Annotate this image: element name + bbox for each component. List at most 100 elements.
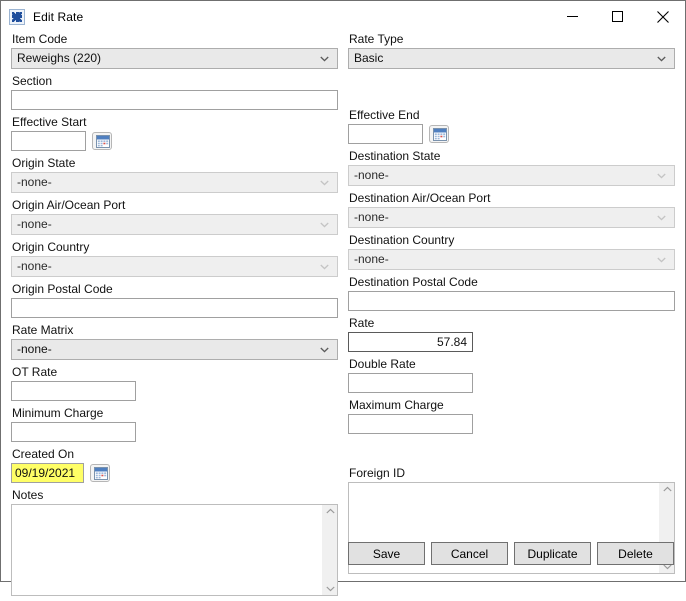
maximize-icon [612,11,623,22]
cancel-button[interactable]: Cancel [431,542,508,565]
calendar-icon [433,128,447,141]
foreign-id-label: Foreign ID [349,466,406,480]
effective-start-label: Effective Start [12,115,87,129]
destination-country-combobox[interactable]: -none- [348,249,675,270]
chevron-down-icon [320,347,329,353]
effective-start-input[interactable] [11,131,86,151]
destination-state-label: Destination State [349,149,441,163]
double-rate-label: Double Rate [349,357,416,371]
chevron-down-icon [657,173,666,179]
destination-postal-code-label: Destination Postal Code [349,275,478,289]
created-on-label: Created On [12,447,75,461]
right-column-spacer [348,74,685,82]
field-effective-start: Effective Start [11,115,348,151]
chevron-down-icon [320,264,329,270]
edit-rate-window: Edit Rate Item Code Reweighs (220) Secti… [0,0,686,596]
origin-postal-code-input[interactable] [11,298,338,318]
maximum-charge-input[interactable] [348,414,473,434]
field-maximum-charge: Maximum Charge [348,398,685,434]
item-code-value: Reweighs (220) [17,51,102,65]
field-origin-air-ocean-port: Origin Air/Ocean Port -none- [11,198,348,235]
button-bar: Save Cancel Duplicate Delete [348,542,674,565]
minimize-icon [567,16,578,17]
effective-start-calendar-button[interactable] [92,132,112,150]
section-label: Section [12,74,53,88]
field-notes: Notes [11,488,348,596]
field-origin-state: Origin State -none- [11,156,348,193]
rate-type-value: Basic [354,51,384,65]
origin-postal-code-label: Origin Postal Code [12,282,113,296]
scroll-up-icon[interactable] [662,486,672,492]
window-controls [550,1,685,32]
effective-end-input[interactable] [348,124,423,144]
origin-country-label: Origin Country [12,240,90,254]
rate-type-label: Rate Type [349,32,404,46]
chevron-down-icon [657,56,666,62]
notes-label: Notes [12,488,44,502]
field-double-rate: Double Rate [348,357,685,393]
field-ot-rate: OT Rate [11,365,348,401]
delete-button[interactable]: Delete [597,542,674,565]
effective-end-calendar-button[interactable] [429,125,449,143]
scroll-down-icon[interactable] [325,586,335,592]
rate-type-combobox[interactable]: Basic [348,48,675,69]
field-effective-end: Effective End [348,108,685,144]
field-rate: Rate [348,316,685,352]
item-code-label: Item Code [12,32,68,46]
origin-state-combobox[interactable]: -none- [11,172,338,193]
field-created-on: Created On [11,447,348,483]
destination-air-ocean-port-value: -none- [354,210,389,224]
duplicate-button[interactable]: Duplicate [514,542,591,565]
right-column: Rate Type Basic Effective End Destinatio… [348,32,685,579]
save-button[interactable]: Save [348,542,425,565]
form-body: Item Code Reweighs (220) Section Effecti… [1,32,685,596]
rate-matrix-value: -none- [17,342,52,356]
field-destination-state: Destination State -none- [348,149,685,186]
double-rate-input[interactable] [348,373,473,393]
calendar-icon [96,135,110,148]
rate-matrix-label: Rate Matrix [12,323,74,337]
field-minimum-charge: Minimum Charge [11,406,348,442]
item-code-combobox[interactable]: Reweighs (220) [11,48,338,69]
minimize-button[interactable] [550,1,595,32]
ot-rate-input[interactable] [11,381,136,401]
chevron-down-icon [320,180,329,186]
origin-state-label: Origin State [12,156,76,170]
title-bar: Edit Rate [1,1,685,32]
destination-country-value: -none- [354,252,389,266]
chevron-down-icon [320,56,329,62]
created-on-calendar-button[interactable] [90,464,110,482]
scroll-up-icon[interactable] [325,508,335,514]
destination-air-ocean-port-combobox[interactable]: -none- [348,207,675,228]
close-button[interactable] [640,1,685,32]
calendar-icon [94,467,108,480]
field-origin-country: Origin Country -none- [11,240,348,277]
origin-country-combobox[interactable]: -none- [11,256,338,277]
origin-state-value: -none- [17,175,52,189]
rate-input[interactable] [348,332,473,352]
origin-country-value: -none- [17,259,52,273]
window-title: Edit Rate [33,9,84,24]
field-item-code: Item Code Reweighs (220) [11,32,348,69]
notes-textarea[interactable] [11,504,338,596]
destination-country-label: Destination Country [349,233,455,247]
origin-air-ocean-port-label: Origin Air/Ocean Port [12,198,126,212]
right-column-spacer-3 [348,439,685,466]
field-destination-postal-code: Destination Postal Code [348,275,685,311]
created-on-input[interactable] [11,463,84,483]
close-icon [656,10,669,23]
ot-rate-label: OT Rate [12,365,58,379]
effective-end-label: Effective End [349,108,420,122]
origin-air-ocean-port-combobox[interactable]: -none- [11,214,338,235]
minimum-charge-label: Minimum Charge [12,406,104,420]
maximize-button[interactable] [595,1,640,32]
rate-matrix-combobox[interactable]: -none- [11,339,338,360]
destination-postal-code-input[interactable] [348,291,675,311]
section-input[interactable] [11,90,338,110]
destination-state-combobox[interactable]: -none- [348,165,675,186]
field-section: Section [11,74,348,110]
rate-label: Rate [349,316,375,330]
field-rate-matrix: Rate Matrix -none- [11,323,348,360]
field-origin-postal-code: Origin Postal Code [11,282,348,318]
minimum-charge-input[interactable] [11,422,136,442]
